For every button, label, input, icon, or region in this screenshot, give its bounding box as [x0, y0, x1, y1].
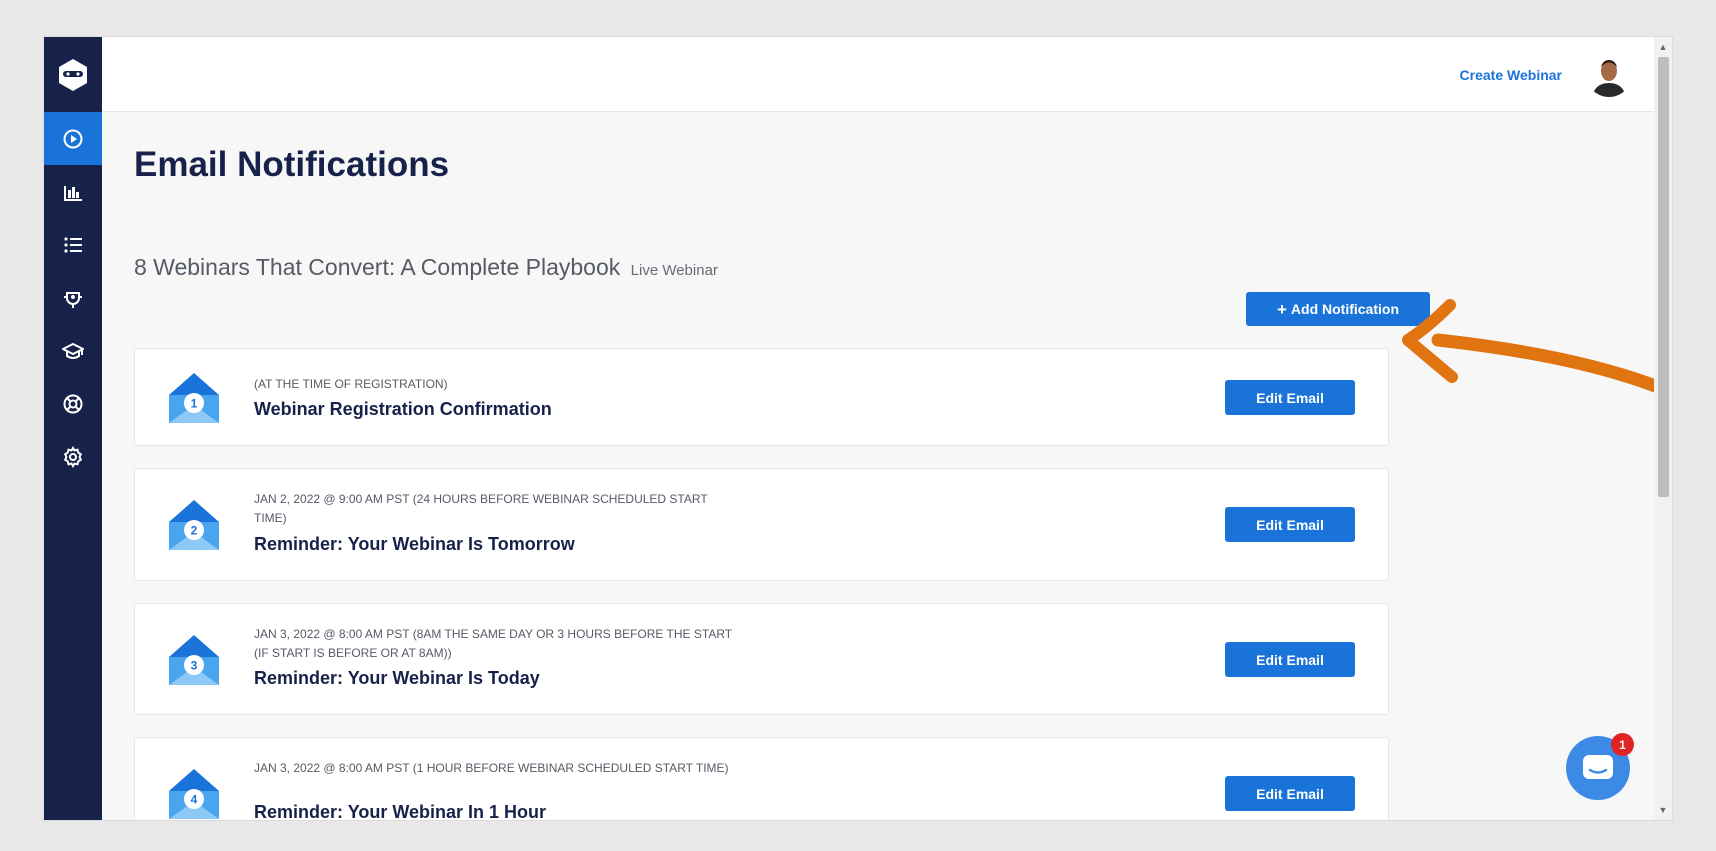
- sidebar-item-integrations[interactable]: [44, 271, 102, 324]
- envelope-icon: 2: [169, 500, 219, 550]
- notification-card: 2 JAN 2, 2022 @ 9:00 AM PST (24 HOURS BE…: [134, 468, 1389, 581]
- notification-title: Reminder: Your Webinar In 1 Hour: [254, 802, 547, 820]
- sidebar: [44, 37, 102, 820]
- envelope-icon: 1: [169, 373, 219, 423]
- edit-email-button[interactable]: Edit Email: [1225, 507, 1355, 542]
- add-notification-button[interactable]: + Add Notification: [1246, 292, 1430, 326]
- notification-title: Webinar Registration Confirmation: [254, 399, 552, 419]
- notification-count-badge: 1: [1611, 733, 1634, 756]
- edit-email-button[interactable]: Edit Email: [1225, 380, 1355, 415]
- main-content: Email Notifications 8 Webinars That Conv…: [102, 112, 1654, 820]
- scroll-down-arrow-icon[interactable]: ▼: [1654, 802, 1672, 818]
- envelope-icon: 3: [169, 635, 219, 685]
- list-icon: [64, 236, 82, 253]
- vertical-scrollbar[interactable]: ▲ ▼: [1654, 37, 1672, 820]
- ninja-logo-icon: [59, 58, 87, 91]
- notification-number: 2: [191, 524, 198, 538]
- avatar[interactable]: [1586, 51, 1632, 97]
- bar-chart-icon: [64, 185, 82, 201]
- add-notification-label: Add Notification: [1290, 301, 1400, 317]
- webinar-subtitle: 8 Webinars That Convert: A Complete Play…: [134, 254, 718, 281]
- notification-schedule: JAN 2, 2022 @ 9:00 AM PST (24 HOURS BEFO…: [254, 492, 708, 525]
- user-avatar-icon: [1586, 51, 1632, 97]
- chat-icon: [1583, 755, 1613, 779]
- logo[interactable]: [44, 37, 102, 112]
- edit-email-button[interactable]: Edit Email: [1225, 642, 1355, 677]
- sidebar-item-support[interactable]: [44, 377, 102, 430]
- notification-number: 4: [191, 793, 198, 807]
- sidebar-item-settings[interactable]: [44, 430, 102, 483]
- scroll-thumb[interactable]: [1658, 57, 1669, 497]
- lifebuoy-icon: [63, 394, 83, 413]
- notification-schedule: JAN 3, 2022 @ 8:00 AM PST (8AM THE SAME …: [254, 627, 732, 660]
- sidebar-item-webinars[interactable]: [44, 112, 102, 165]
- graduation-cap-icon: [62, 342, 84, 359]
- gear-icon: [63, 445, 83, 468]
- edit-email-button[interactable]: Edit Email: [1225, 776, 1355, 811]
- create-webinar-link[interactable]: Create Webinar: [1460, 67, 1562, 83]
- notification-card: 3 JAN 3, 2022 @ 8:00 AM PST (8AM THE SAM…: [134, 603, 1389, 715]
- app-window: Create Webinar Email Notifications 8 Web…: [44, 37, 1672, 820]
- webinar-name: 8 Webinars That Convert: A Complete Play…: [134, 254, 621, 280]
- top-header: Create Webinar: [102, 37, 1654, 112]
- notification-title: Reminder: Your Webinar Is Tomorrow: [254, 534, 575, 554]
- page-title: Email Notifications: [134, 145, 450, 184]
- notification-card: 4 JAN 3, 2022 @ 8:00 AM PST (1 HOUR BEFO…: [134, 737, 1389, 820]
- notification-title: Reminder: Your Webinar Is Today: [254, 668, 540, 688]
- notification-number: 3: [191, 659, 198, 673]
- notification-schedule: (AT THE TIME OF REGISTRATION): [254, 377, 448, 391]
- sidebar-item-academy[interactable]: [44, 324, 102, 377]
- webinar-type-tag: Live Webinar: [630, 262, 718, 279]
- sidebar-item-analytics[interactable]: [44, 165, 102, 218]
- notification-card: 1 (AT THE TIME OF REGISTRATION) Webinar …: [134, 348, 1389, 446]
- plus-icon: +: [1276, 299, 1287, 319]
- sidebar-item-list[interactable]: [44, 218, 102, 271]
- notification-schedule: JAN 3, 2022 @ 8:00 AM PST (1 HOUR BEFORE…: [254, 761, 729, 775]
- notification-number: 1: [191, 397, 198, 411]
- integrations-icon: [64, 291, 82, 308]
- play-circle-icon: [63, 129, 83, 148]
- envelope-icon: 4: [169, 769, 219, 819]
- scroll-up-arrow-icon[interactable]: ▲: [1654, 39, 1672, 55]
